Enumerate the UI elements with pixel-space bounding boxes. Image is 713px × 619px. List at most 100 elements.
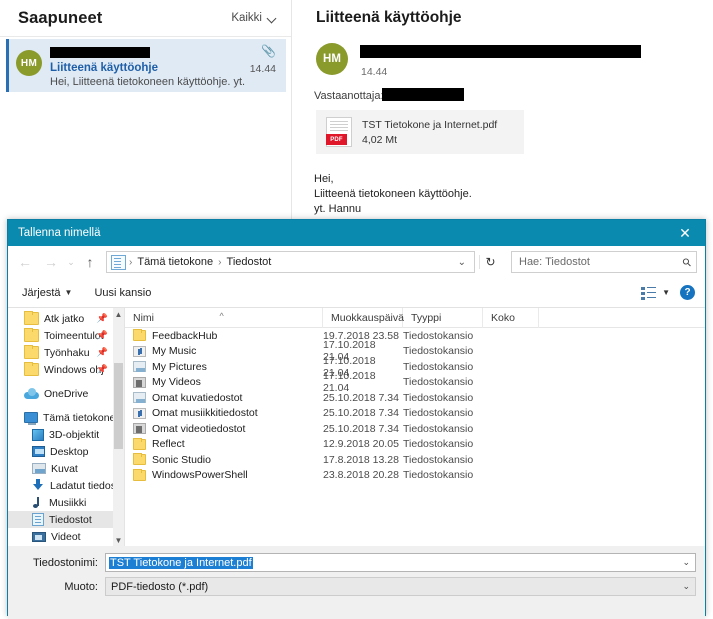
column-header-modified[interactable]: Muokkauspäivä (323, 307, 404, 328)
breadcrumb-item-documents[interactable]: Tiedostot (223, 256, 276, 268)
column-header-size[interactable]: Koko (483, 307, 539, 328)
file-modified: 25.10.2018 7.34 (323, 422, 399, 435)
folder-icon (24, 362, 39, 376)
scrollbar-thumb[interactable] (114, 363, 123, 449)
file-type: Tiedostokansio (403, 422, 474, 435)
chevron-down-icon[interactable]: ▼ (662, 288, 670, 297)
table-row[interactable]: My Music 17.10.2018 21.04 Tiedostokansio (125, 339, 705, 363)
sidebar-item-toimeentulot[interactable]: Toimeentulot 📌 (8, 327, 124, 344)
chevron-down-icon (268, 14, 277, 23)
file-name: Omat kuvatiedostot (152, 391, 243, 404)
downloads-icon (32, 479, 45, 492)
sidebar-item-downloads[interactable]: Ladatut tiedosto (8, 477, 124, 494)
chevron-down-icon[interactable]: ⌄ (682, 557, 690, 568)
sidebar-item-videos[interactable]: Videot (8, 528, 124, 545)
folder-icon (24, 328, 39, 342)
filename-label: Tiedostonimi: (32, 556, 98, 569)
arrow-right-icon[interactable]: → (40, 254, 62, 270)
pin-icon: 📌 (96, 313, 108, 323)
pictures-folder-icon (133, 361, 146, 373)
sidebar-item-label: Toimeentulot (44, 329, 104, 342)
file-modified: 17.10.2018 21.04 (323, 370, 376, 395)
column-header-type[interactable]: Tyyppi (403, 307, 483, 328)
folder-icon (133, 453, 146, 466)
sidebar-item-documents[interactable]: Tiedostot (8, 511, 124, 528)
list-item[interactable]: HM Liitteenä käyttöohje Hei, Liitteenä t… (6, 39, 286, 92)
sidebar-item-label: Musiikki (49, 496, 87, 509)
breadcrumb[interactable]: › Tämä tietokone › Tiedostot ⌄ (106, 251, 475, 273)
close-icon[interactable]: ✕ (665, 220, 705, 246)
search-input[interactable]: Hae: Tiedostot (519, 256, 590, 268)
avatar: HM (316, 43, 348, 75)
table-row[interactable]: Omat musiikkitiedostot 25.10.2018 7.34 T… (125, 406, 705, 422)
avatar: HM (16, 50, 42, 76)
message-body-line: Hei, (314, 173, 334, 185)
sidebar-item-label: Atk jatko (44, 312, 85, 325)
pdf-badge-label: PDF (326, 134, 347, 145)
videos-folder-icon (133, 423, 146, 435)
folder-icon (24, 311, 39, 325)
music-icon (32, 496, 44, 509)
arrow-up-icon[interactable]: ↑ (80, 254, 100, 270)
file-modified: 12.9.2018 20.05 (323, 438, 399, 451)
sidebar-item-onedrive[interactable]: OneDrive (8, 385, 124, 402)
chevron-down-icon[interactable]: ⌄ (66, 257, 76, 268)
sidebar-item-label: Windows ohj (44, 363, 104, 376)
message-list-header: Saapuneet Kaikki (0, 0, 291, 36)
videos-icon (32, 531, 46, 542)
file-type: Tiedostokansio (403, 438, 474, 451)
help-icon[interactable]: ? (680, 285, 695, 300)
sidebar-item-desktop[interactable]: Desktop (8, 443, 124, 460)
file-name: Omat musiikkitiedostot (152, 407, 258, 420)
table-row[interactable]: WindowsPowerShell 23.8.2018 20.28 Tiedos… (125, 468, 705, 484)
sidebar-item-pictures[interactable]: Kuvat (8, 460, 124, 477)
sidebar-item-this-pc[interactable]: Tämä tietokone (8, 409, 124, 426)
sidebar-item-label: Desktop (50, 445, 89, 458)
table-row[interactable]: Reflect 12.9.2018 20.05 Tiedostokansio (125, 437, 705, 453)
column-header-name[interactable]: Nimi ^ (125, 307, 323, 328)
folder-icon (24, 345, 39, 359)
filename-input[interactable]: TST Tietokone ja Internet.pdf ⌄ (105, 553, 696, 572)
attachment-size: 4,02 Mt (362, 133, 398, 146)
navigation-pane-scrollbar[interactable]: ▲ ▼ (113, 308, 124, 546)
search-box[interactable]: Hae: Tiedostot ⚲ (511, 251, 697, 273)
sidebar-item-tyonhaku[interactable]: Työnhaku 📌 (8, 344, 124, 361)
cloud-icon (24, 388, 39, 399)
breadcrumb-history-caret-icon[interactable]: ⌄ (452, 257, 472, 268)
table-row[interactable]: My Pictures 17.10.2018 21.04 Tiedostokan… (125, 355, 705, 379)
view-layout-icon[interactable] (641, 286, 657, 300)
arrow-left-icon[interactable]: ← (14, 254, 36, 270)
file-name-cell: Sonic Studio (125, 453, 323, 466)
table-row[interactable]: Omat videotiedostot 25.10.2018 7.34 Tied… (125, 421, 705, 437)
table-row[interactable]: FeedbackHub 19.7.2018 23.58 Tiedostokans… (125, 328, 705, 344)
scroll-down-icon[interactable]: ▼ (113, 534, 124, 546)
table-row[interactable]: Sonic Studio 17.8.2018 13.28 Tiedostokan… (125, 452, 705, 468)
redacted-sender (50, 47, 150, 58)
file-modified: 25.10.2018 7.34 (323, 407, 399, 420)
folder-icon (133, 437, 146, 450)
chevron-down-icon[interactable]: ⌄ (682, 581, 690, 592)
sidebar-item-music[interactable]: Musiikki (8, 494, 124, 511)
filter-dropdown[interactable]: Kaikki (231, 12, 277, 24)
format-select[interactable]: PDF-tiedosto (*.pdf) ⌄ (105, 577, 696, 596)
column-header-spacer (539, 308, 705, 328)
sidebar-item-3d-objects[interactable]: 3D-objektit (8, 426, 124, 443)
file-modified: 25.10.2018 7.34 (323, 391, 399, 404)
sidebar-item-windows-ohj[interactable]: Windows ohj 📌 (8, 361, 124, 378)
attachment-name: TST Tietokone ja Internet.pdf (362, 118, 498, 131)
chevron-down-icon: ▼ (64, 288, 73, 297)
organize-button[interactable]: Järjestä ▼ (22, 287, 72, 299)
file-type: Tiedostokansio (403, 407, 474, 420)
refresh-icon[interactable]: ↻ (479, 255, 501, 269)
attachment-card[interactable]: PDF TST Tietokone ja Internet.pdf 4,02 M… (316, 110, 524, 154)
sidebar-item-label: Kuvat (51, 462, 78, 475)
table-row[interactable]: My Videos 17.10.2018 21.04 Tiedostokansi… (125, 370, 705, 394)
list-item-time: 14.44 (249, 63, 276, 75)
dialog-titlebar[interactable]: Tallenna nimellä ✕ (8, 220, 705, 246)
dialog-title: Tallenna nimellä (18, 227, 101, 239)
new-folder-button[interactable]: Uusi kansio (94, 287, 151, 299)
table-row[interactable]: Omat kuvatiedostot 25.10.2018 7.34 Tiedo… (125, 390, 705, 406)
sidebar-item-atk-jatko[interactable]: Atk jatko 📌 (8, 310, 124, 327)
breadcrumb-item-this-pc[interactable]: Tämä tietokone (133, 256, 217, 268)
scroll-up-icon[interactable]: ▲ (113, 308, 124, 320)
